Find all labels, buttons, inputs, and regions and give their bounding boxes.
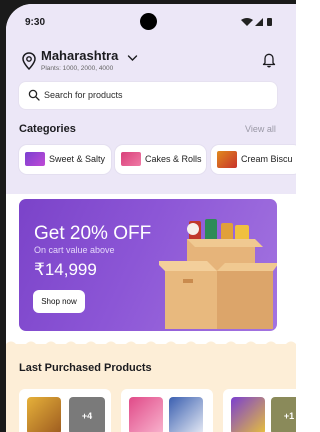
promo-subtext: On cart value above xyxy=(34,245,115,255)
promo-headline: Get 20% OFF xyxy=(34,223,152,244)
location-pin-icon[interactable] xyxy=(22,52,36,70)
product-card[interactable] xyxy=(121,389,213,432)
product-card[interactable]: +1 xyxy=(223,389,296,432)
product-thumbnail xyxy=(129,397,163,432)
location-plants: Plants: 1000, 2000, 4000 xyxy=(41,65,114,72)
search-input[interactable]: Search for products xyxy=(19,82,277,109)
product-thumbnail xyxy=(25,152,45,166)
chevron-down-icon[interactable] xyxy=(127,54,138,62)
promo-amount: ₹14,999 xyxy=(34,260,97,279)
category-chip[interactable]: Cakes & Rolls xyxy=(115,145,206,174)
shop-now-button[interactable]: Shop now xyxy=(33,290,85,313)
phone-frame: 9:30 Maharashtra Plants: 1000, 2000, 400… xyxy=(0,0,296,432)
categories-heading: Categories xyxy=(19,123,76,135)
battery-icon xyxy=(267,18,272,26)
product-thumbnail xyxy=(231,397,265,432)
search-placeholder: Search for products xyxy=(44,90,123,100)
boxes-illustration xyxy=(159,219,277,329)
product-thumbnail xyxy=(217,151,237,168)
wifi-icon xyxy=(241,18,253,26)
header-area: 9:30 Maharashtra Plants: 1000, 2000, 400… xyxy=(6,4,296,194)
category-chip[interactable]: Cream Biscu xyxy=(211,145,296,174)
more-count-badge: +1 xyxy=(271,397,296,432)
status-icons xyxy=(241,18,272,26)
product-card[interactable]: +4 xyxy=(19,389,111,432)
product-thumbnail xyxy=(121,152,141,166)
last-purchased-heading: Last Purchased Products xyxy=(19,362,152,374)
notification-bell-icon[interactable] xyxy=(262,52,276,68)
app-screen: 9:30 Maharashtra Plants: 1000, 2000, 400… xyxy=(6,4,296,432)
more-count-badge: +4 xyxy=(69,397,105,432)
camera-cutout xyxy=(140,13,157,30)
category-label: Cakes & Rolls xyxy=(145,154,202,164)
status-bar: 9:30 xyxy=(6,4,296,40)
last-purchased-section: Last Purchased Products +4 +1 xyxy=(6,341,296,432)
category-chip[interactable]: Sweet & Salty xyxy=(19,145,111,174)
promo-banner[interactable]: Get 20% OFF On cart value above ₹14,999 … xyxy=(19,199,277,331)
category-label: Cream Biscu xyxy=(241,154,293,164)
search-icon xyxy=(28,89,40,101)
signal-icon xyxy=(255,18,263,26)
location-title[interactable]: Maharashtra xyxy=(41,48,118,63)
status-time: 9:30 xyxy=(25,17,46,28)
view-all-link[interactable]: View all xyxy=(245,124,276,134)
category-label: Sweet & Salty xyxy=(49,154,106,164)
wave-divider xyxy=(6,341,296,349)
product-thumbnail xyxy=(27,397,61,432)
product-thumbnail xyxy=(169,397,203,432)
